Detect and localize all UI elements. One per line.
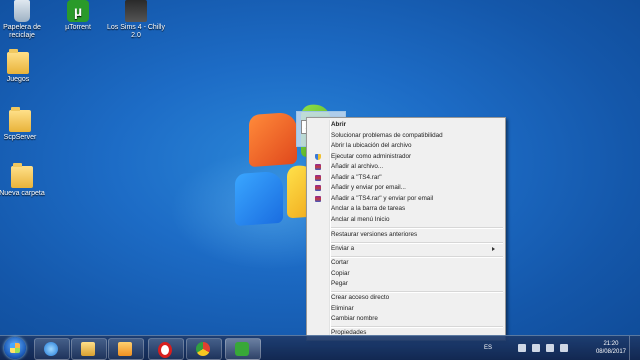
menu-item-label: Enviar a [331,245,355,252]
taskbar-utorrent[interactable] [225,338,261,360]
submenu-arrow-icon [492,247,495,251]
folder-icon [11,163,33,188]
internet-explorer-icon [44,342,58,356]
clock-date: 08/08/2017 [595,349,626,355]
utorrent-icon [235,342,249,356]
menu-item-label: Cortar [331,259,349,266]
menu-item-label: Abrir la ubicación del archivo [331,142,412,149]
taskbar-internet-explorer[interactable] [34,338,70,360]
desktop-icon-label: Juegos [6,76,30,83]
taskbar-file-explorer[interactable] [71,338,107,360]
opera-icon [158,342,172,358]
menu-item-create-shortcut[interactable]: Crear acceso directo [307,293,505,303]
menu-item-label: Crear acceso directo [331,294,390,301]
show-hidden-icons-icon[interactable] [518,344,526,352]
desktop-icon-label: Nueva carpeta [0,190,45,197]
menu-item-label: Solucionar problemas de compatibilidad [331,131,443,139]
desktop-icon-scpserver[interactable]: ScpServer [0,107,50,142]
menu-item-add-archive[interactable]: Añadir al archivo... [307,162,505,172]
file-explorer-icon [81,342,95,356]
action-center-icon[interactable] [532,344,540,352]
desktop-icon-label: µTorrent [65,24,91,31]
language-indicator[interactable]: ES [484,345,492,351]
menu-item-label: Añadir al archivo... [331,163,384,170]
menu-item-label: Eliminar [331,304,354,312]
menu-item-open-location[interactable]: Abrir la ubicación del archivo [307,141,505,151]
menu-item-add-email[interactable]: Añadir y enviar por email... [307,183,505,193]
taskbar-media-player[interactable] [108,338,144,360]
menu-item-label: Restaurar versiones anteriores [331,230,418,238]
desktop-icon-label: Papelera de reciclaje [3,24,41,39]
desktop-icon-label: Los Sims 4 - Chilly 2.0 [107,24,165,39]
menu-item-label: Copiar [331,269,350,277]
desktop-icon-utorrent[interactable]: µ µTorrent [48,0,108,32]
start-button[interactable] [4,337,26,359]
menu-item-label: Abrir [331,121,347,128]
volume-icon[interactable] [560,344,568,352]
taskbar: ES 21:20 08/08/2017 [0,335,640,360]
desktop-icon-juegos[interactable]: Juegos [0,49,48,84]
menu-item-compatibility[interactable]: Solucionar problemas de compatibilidad [307,131,505,141]
menu-item-copy[interactable]: Copiar [307,269,505,279]
chrome-icon [196,342,210,356]
menu-item-rename[interactable]: Cambiar nombre [307,314,505,324]
uac-shield-icon [315,153,321,160]
menu-item-pin-taskbar[interactable]: Anclar a la barra de tareas [307,204,505,214]
menu-item-paste[interactable]: Pegar [307,279,505,289]
sims-shortcut-icon [125,0,147,22]
menu-item-restore-versions[interactable]: Restaurar versiones anteriores [307,230,505,240]
menu-item-label: Añadir y enviar por email... [331,184,406,191]
taskbar-chrome[interactable] [186,338,222,360]
winrar-icon [315,174,321,181]
menu-item-pin-start[interactable]: Anclar al menú Inicio [307,215,505,225]
menu-item-send-to[interactable]: Enviar a [307,244,505,254]
menu-item-delete[interactable]: Eliminar [307,304,505,314]
show-desktop-button[interactable] [629,336,640,360]
menu-item-cut[interactable]: Cortar [307,258,505,268]
recycle-bin-icon [14,0,30,22]
menu-item-label: Añadir a "TS4.rar" [331,173,382,181]
network-icon[interactable] [546,344,554,352]
desktop-icon-nueva-carpeta[interactable]: Nueva carpeta [0,163,52,198]
menu-item-label: Cambiar nombre [331,315,378,322]
menu-item-abrir[interactable]: Abrir [307,120,505,130]
clock[interactable]: 21:20 08/08/2017 [596,340,626,356]
folder-icon [7,49,29,74]
folder-icon [9,107,31,132]
menu-item-label: Ejecutar como administrador [331,152,412,160]
menu-item-label: Anclar a la barra de tareas [331,205,406,212]
menu-item-label: Añadir a "TS4.rar" y enviar por email [331,194,434,202]
desktop-icon-sims[interactable]: Los Sims 4 - Chilly 2.0 [106,0,166,40]
winrar-icon [315,195,321,202]
menu-item-run-as-admin[interactable]: Ejecutar como administrador [307,152,505,162]
winrar-icon [315,185,321,191]
winrar-icon [315,164,321,170]
desktop-icon-label: ScpServer [3,134,37,141]
menu-item-label: Anclar al menú Inicio [331,215,390,223]
context-menu: Abrir Solucionar problemas de compatibil… [306,117,506,341]
menu-item-add-to-rar[interactable]: Añadir a "TS4.rar" [307,173,505,183]
menu-item-label: Pegar [331,280,348,287]
menu-item-add-rar-email[interactable]: Añadir a "TS4.rar" y enviar por email [307,194,505,204]
clock-time: 21:20 [603,341,619,347]
utorrent-icon: µ [67,0,89,22]
taskbar-opera[interactable] [148,338,184,360]
desktop-icon-recycle-bin[interactable]: Papelera de reciclaje [0,0,52,40]
media-player-icon [118,342,132,356]
system-tray: ES 21:20 08/08/2017 [480,336,640,360]
